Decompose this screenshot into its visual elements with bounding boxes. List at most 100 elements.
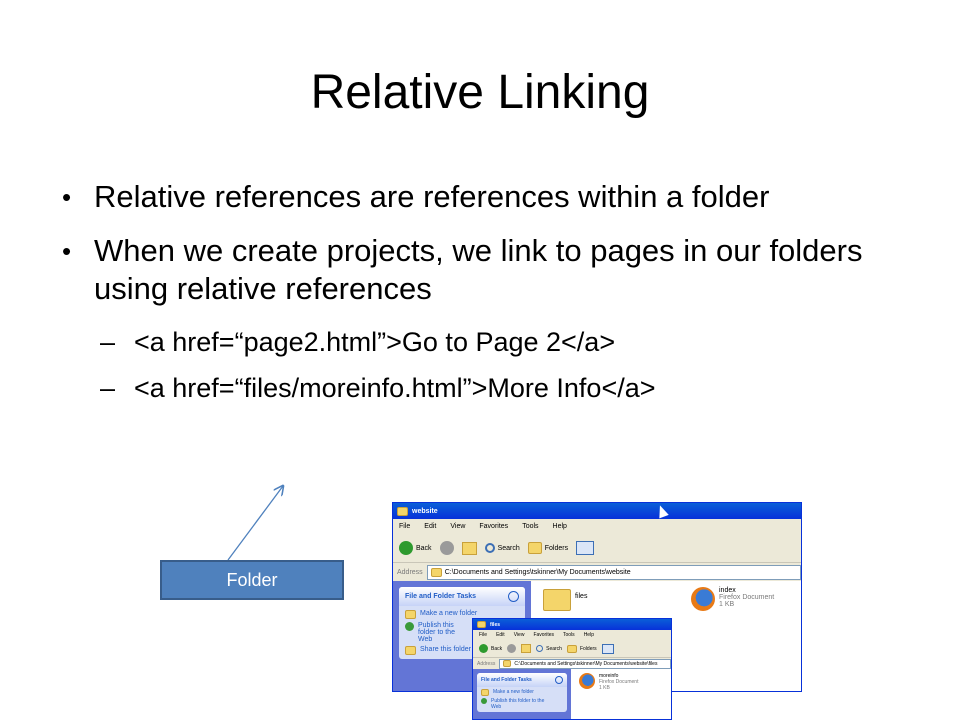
- menu-file[interactable]: File: [399, 523, 410, 530]
- window-title: files: [490, 621, 501, 628]
- collapse-icon[interactable]: [508, 591, 519, 602]
- firefox-document-icon: [579, 673, 595, 689]
- folders-icon: [566, 644, 577, 653]
- publish-globe-icon: [481, 698, 487, 704]
- sub-bullet-item: – <a href=“page2.html”>Go to Page 2</a>: [62, 324, 882, 360]
- bullet-icon: •: [62, 182, 72, 212]
- views-icon[interactable]: [601, 643, 614, 654]
- file-item-index[interactable]: index Firefox Document 1 KB: [691, 587, 774, 611]
- up-folder-icon[interactable]: [461, 541, 477, 555]
- address-value: C:\Documents and Settings\tskinner\My Do…: [444, 568, 631, 576]
- forward-arrow-icon: [439, 541, 454, 555]
- bullet-text: When we create projects, we link to page…: [94, 233, 863, 306]
- task-make-folder[interactable]: Make a new folder: [481, 689, 563, 696]
- address-bar: Address C:\Documents and Settings\tskinn…: [393, 563, 801, 581]
- back-button[interactable]: Back: [399, 541, 432, 555]
- back-arrow-icon: [399, 541, 413, 555]
- menu-view[interactable]: View: [514, 632, 525, 638]
- bullet-list: • Relative references are references wit…: [62, 178, 882, 406]
- address-label: Address: [397, 568, 423, 576]
- address-label: Address: [477, 660, 496, 667]
- menu-favorites[interactable]: Favorites: [533, 632, 554, 638]
- task-label: Share this folder: [420, 646, 471, 653]
- menu-tools[interactable]: Tools: [563, 632, 575, 638]
- file-size: 1 KB: [599, 685, 610, 691]
- forward-button[interactable]: [439, 541, 454, 555]
- address-input[interactable]: C:\Documents and Settings\tskinner\My Do…: [426, 564, 801, 580]
- menu-help[interactable]: Help: [553, 523, 567, 530]
- forward-arrow-icon[interactable]: [507, 644, 517, 653]
- menu-bar: File Edit View Favorites Tools Help: [473, 630, 671, 640]
- folders-button[interactable]: Folders: [527, 542, 569, 554]
- file-name: index: [719, 587, 736, 594]
- explorer-window-files[interactable]: files File Edit View Favorites Tools Hel…: [472, 618, 672, 720]
- task-label: Make a new folder: [493, 689, 534, 695]
- back-label: Back: [416, 544, 432, 552]
- bullet-item: • Relative references are references wit…: [62, 178, 882, 216]
- bullet-item: • When we create projects, we link to pa…: [62, 232, 882, 308]
- bullet-text: Relative references are references withi…: [94, 179, 770, 214]
- address-input[interactable]: C:\Documents and Settings\tskinner\My Do…: [499, 658, 671, 669]
- folder-callout: Folder: [160, 560, 344, 600]
- tasks-header-label: File and Folder Tasks: [405, 593, 477, 600]
- search-button[interactable]: Search: [484, 543, 520, 553]
- publish-globe-icon: [405, 622, 414, 631]
- new-folder-icon: [405, 610, 416, 619]
- toolbar: Back Search Folders: [473, 640, 671, 658]
- new-folder-icon: [481, 689, 489, 696]
- menu-tools[interactable]: Tools: [522, 523, 538, 530]
- file-name: files: [575, 593, 588, 600]
- folder-icon: [477, 621, 486, 628]
- task-publish[interactable]: Publish this folder to the Web: [481, 698, 563, 710]
- code-example: <a href=“page2.html”>Go to Page 2</a>: [134, 327, 616, 357]
- collapse-icon[interactable]: [555, 676, 563, 684]
- bullet-icon: •: [62, 236, 72, 266]
- menu-help[interactable]: Help: [584, 632, 594, 638]
- window-title: website: [412, 507, 438, 515]
- folder-icon: [543, 589, 571, 611]
- menu-bar: File Edit View Favorites Tools Help: [393, 519, 801, 534]
- firefox-document-icon: [691, 587, 715, 611]
- task-label: Make a new folder: [420, 610, 478, 617]
- window-titlebar[interactable]: website: [393, 503, 801, 519]
- views-icon[interactable]: [576, 541, 595, 555]
- back-arrow-icon: [479, 644, 488, 653]
- search-label: Search: [497, 544, 520, 552]
- search-icon: [536, 645, 544, 652]
- task-pane: File and Folder Tasks Make a new folder …: [473, 669, 571, 719]
- file-type: Firefox Document: [719, 594, 775, 601]
- menu-edit[interactable]: Edit: [496, 632, 505, 638]
- folders-label: Folders: [579, 645, 597, 652]
- search-label: Search: [546, 645, 562, 652]
- folder-icon: [430, 567, 442, 577]
- search-icon: [484, 543, 495, 553]
- dash-icon: –: [100, 327, 116, 357]
- tasks-header[interactable]: File and Folder Tasks: [477, 673, 567, 687]
- slide-title: Relative Linking: [310, 66, 650, 119]
- menu-view[interactable]: View: [450, 523, 465, 530]
- code-example: <a href=“files/moreinfo.html”>More Info<…: [134, 373, 656, 403]
- dash-icon: –: [100, 373, 116, 403]
- toolbar: Back Search Folders: [393, 534, 801, 563]
- back-label: Back: [491, 645, 503, 652]
- tasks-header[interactable]: File and Folder Tasks: [399, 587, 525, 606]
- back-button[interactable]: Back: [479, 644, 502, 653]
- folder-icon: [503, 660, 512, 667]
- menu-edit[interactable]: Edit: [424, 523, 436, 530]
- address-bar: Address C:\Documents and Settings\tskinn…: [473, 658, 671, 669]
- file-item-moreinfo[interactable]: moreinfo Firefox Document 1 KB: [579, 673, 638, 691]
- folders-label: Folders: [544, 544, 569, 552]
- menu-file[interactable]: File: [479, 632, 487, 638]
- folders-button[interactable]: Folders: [566, 644, 597, 653]
- folder-icon: [397, 506, 408, 516]
- file-item-files[interactable]: files: [543, 589, 587, 611]
- up-folder-icon[interactable]: [521, 644, 532, 653]
- task-label: Publish this folder to the Web: [418, 622, 455, 643]
- arrow-line: [227, 486, 283, 561]
- sub-bullet-item: – <a href=“files/moreinfo.html”>More Inf…: [62, 370, 882, 406]
- share-folder-icon: [405, 646, 416, 655]
- menu-favorites[interactable]: Favorites: [479, 523, 508, 530]
- folders-icon: [527, 542, 542, 554]
- search-button[interactable]: Search: [536, 645, 562, 652]
- window-titlebar[interactable]: files: [473, 619, 671, 630]
